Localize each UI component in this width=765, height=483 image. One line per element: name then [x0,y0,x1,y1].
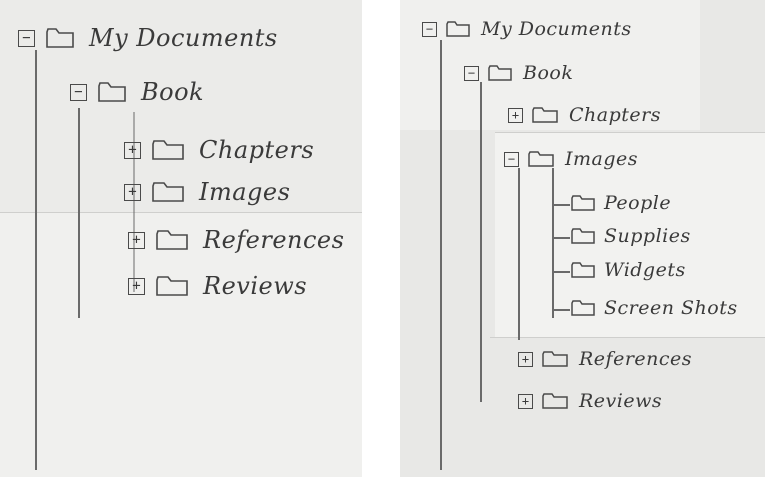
tree-node-supplies[interactable]: Supplies [570,225,691,247]
tree-node-references[interactable]: + References [518,348,692,370]
collapse-toggle[interactable]: − [504,151,519,167]
tree-connector [552,309,570,311]
node-label: Widgets [604,259,686,281]
tree-node-book[interactable]: − Book [70,78,204,106]
folder-icon [446,21,470,37]
tree-node-images[interactable]: − Images [504,148,638,170]
tree-node-my-documents[interactable]: − My Documents [18,24,278,52]
right-sketch-panel: − My Documents − Book + Chapters − Image… [400,0,765,477]
tree-connector [518,168,520,340]
tree-node-people[interactable]: People [570,192,671,214]
folder-icon [46,28,74,48]
expand-toggle[interactable]: + [518,393,533,409]
paper-seam [490,337,765,338]
tree-connector [35,50,37,470]
folder-icon [571,228,595,244]
folder-icon [98,82,126,102]
node-label: My Documents [481,18,632,40]
left-sketch-panel: − My Documents − Book + Chapters + Image… [0,0,362,477]
node-label: References [203,226,345,254]
folder-icon [156,230,188,250]
collapse-toggle[interactable]: − [422,21,437,37]
tree-node-screen-shots[interactable]: Screen Shots [570,297,738,319]
folder-icon [156,276,188,296]
expand-toggle[interactable]: + [508,107,523,123]
tree-connector [552,271,570,273]
tree-node-book[interactable]: − Book [464,62,573,84]
tree-connector [78,108,80,318]
node-label: My Documents [89,24,278,52]
tree-node-reviews[interactable]: + Reviews [518,390,662,412]
tree-connector [552,204,570,206]
node-label: Images [565,148,639,170]
tree-node-images[interactable]: + Images [124,178,290,206]
node-label: Book [141,78,205,106]
node-label: Images [199,178,291,206]
node-label: People [604,192,672,214]
expand-toggle[interactable]: + [518,351,533,367]
collapse-toggle[interactable]: − [70,83,87,101]
node-label: Supplies [604,225,691,247]
tree-node-references[interactable]: + References [128,226,344,254]
paper-seam [0,212,362,213]
tree-node-my-documents[interactable]: − My Documents [422,18,632,40]
tree-node-chapters[interactable]: + Chapters [508,104,661,126]
folder-icon [542,393,568,409]
expand-toggle[interactable]: + [124,141,141,159]
node-label: Book [523,62,574,84]
node-label: Reviews [203,272,308,300]
tree-connector [440,40,442,470]
collapse-toggle[interactable]: − [18,29,35,47]
tree-connector [480,82,482,402]
node-label: Chapters [199,136,315,164]
paper-seam [495,132,765,133]
folder-icon [571,195,595,211]
node-label: Screen Shots [604,297,738,319]
expand-toggle[interactable]: + [128,231,145,249]
folder-icon [152,140,184,160]
folder-icon [571,300,595,316]
folder-icon [532,107,558,123]
collapse-toggle[interactable]: − [464,65,479,81]
node-label: Reviews [579,390,663,412]
tree-node-reviews[interactable]: + Reviews [128,272,307,300]
node-label: References [579,348,693,370]
tree-node-widgets[interactable]: Widgets [570,259,686,281]
folder-icon [152,182,184,202]
expand-toggle[interactable]: + [128,277,145,295]
tree-node-chapters[interactable]: + Chapters [124,136,314,164]
tree-connector [552,237,570,239]
folder-icon [571,262,595,278]
folder-icon [488,65,512,81]
tree-connector [552,168,554,318]
node-label: Chapters [569,104,661,126]
folder-icon [542,351,568,367]
folder-icon [528,151,554,167]
expand-toggle[interactable]: + [124,183,141,201]
